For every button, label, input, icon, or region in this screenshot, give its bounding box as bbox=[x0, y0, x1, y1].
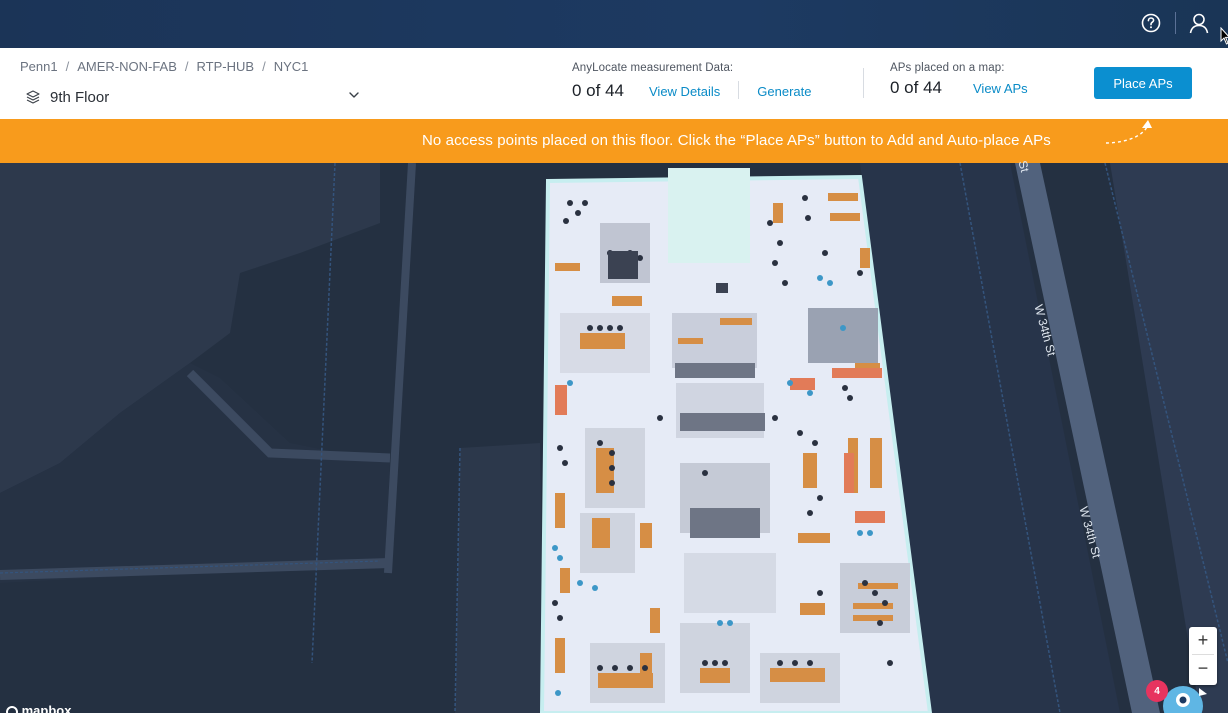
top-navigation-bar bbox=[0, 0, 1228, 48]
no-aps-warning-banner: No access points placed on this floor. C… bbox=[0, 119, 1228, 163]
notification-badge: 4 bbox=[1146, 680, 1168, 702]
mapbox-logo-icon bbox=[6, 705, 18, 713]
breadcrumb-separator: / bbox=[184, 59, 189, 74]
view-details-link[interactable]: View Details bbox=[649, 84, 720, 99]
breadcrumb-separator: / bbox=[65, 59, 70, 74]
mapbox-attribution: mapbox bbox=[6, 703, 71, 713]
place-aps-button[interactable]: Place APs bbox=[1094, 67, 1192, 99]
floor-map-canvas[interactable]: W 34th St W 34th St St bbox=[0, 159, 1228, 713]
breadcrumb-item-penn1[interactable]: Penn1 bbox=[20, 59, 58, 74]
anylocate-value: 0 of 44 bbox=[572, 81, 624, 100]
user-icon bbox=[1189, 13, 1209, 34]
aps-value: 0 of 44 bbox=[890, 78, 942, 97]
view-aps-link[interactable]: View APs bbox=[973, 81, 1028, 96]
floor-selector-value: 9th Floor bbox=[50, 88, 110, 106]
banner-message: No access points placed on this floor. C… bbox=[422, 132, 1051, 149]
dashed-arrow-icon bbox=[1105, 120, 1152, 144]
zoom-out-button[interactable]: − bbox=[1189, 655, 1217, 682]
help-icon[interactable] bbox=[1138, 10, 1164, 36]
mapbox-attribution-text: mapbox bbox=[21, 703, 72, 713]
topbar-divider bbox=[1175, 12, 1176, 34]
header-divider bbox=[863, 68, 864, 98]
breadcrumb-item-rtp-hub[interactable]: RTP-HUB bbox=[197, 59, 255, 74]
breadcrumb-item-nyc1[interactable]: NYC1 bbox=[274, 59, 309, 74]
layers-icon bbox=[26, 90, 40, 104]
aps-placed-metric: APs placed on a map: 0 of 44 View APs bbox=[890, 62, 1028, 98]
mouse-cursor-icon bbox=[1220, 27, 1228, 45]
breadcrumb-item-amer-non-fab[interactable]: AMER-NON-FAB bbox=[77, 59, 177, 74]
chevron-down-icon bbox=[349, 92, 359, 98]
zoom-control: + − bbox=[1189, 627, 1217, 685]
breadcrumb-separator: / bbox=[262, 59, 266, 74]
anylocate-metric: AnyLocate measurement Data: 0 of 44 View… bbox=[572, 62, 812, 101]
anylocate-caption: AnyLocate measurement Data: bbox=[572, 62, 734, 74]
metric-divider bbox=[738, 81, 740, 99]
aps-caption: APs placed on a map: bbox=[890, 62, 1005, 74]
app-root: Penn1 / AMER-NON-FAB / RTP-HUB / NYC1 9t… bbox=[0, 0, 1228, 713]
question-circle-icon bbox=[1141, 13, 1161, 33]
zoom-in-button[interactable]: + bbox=[1189, 627, 1217, 654]
user-profile-button[interactable] bbox=[1186, 10, 1212, 36]
map-base-layer bbox=[0, 162, 1228, 713]
breadcrumb: Penn1 / AMER-NON-FAB / RTP-HUB / NYC1 bbox=[20, 59, 308, 74]
floor-header-panel: Penn1 / AMER-NON-FAB / RTP-HUB / NYC1 9t… bbox=[0, 48, 1228, 119]
floor-selector-dropdown[interactable]: 9th Floor bbox=[26, 86, 360, 108]
generate-link[interactable]: Generate bbox=[757, 84, 811, 99]
